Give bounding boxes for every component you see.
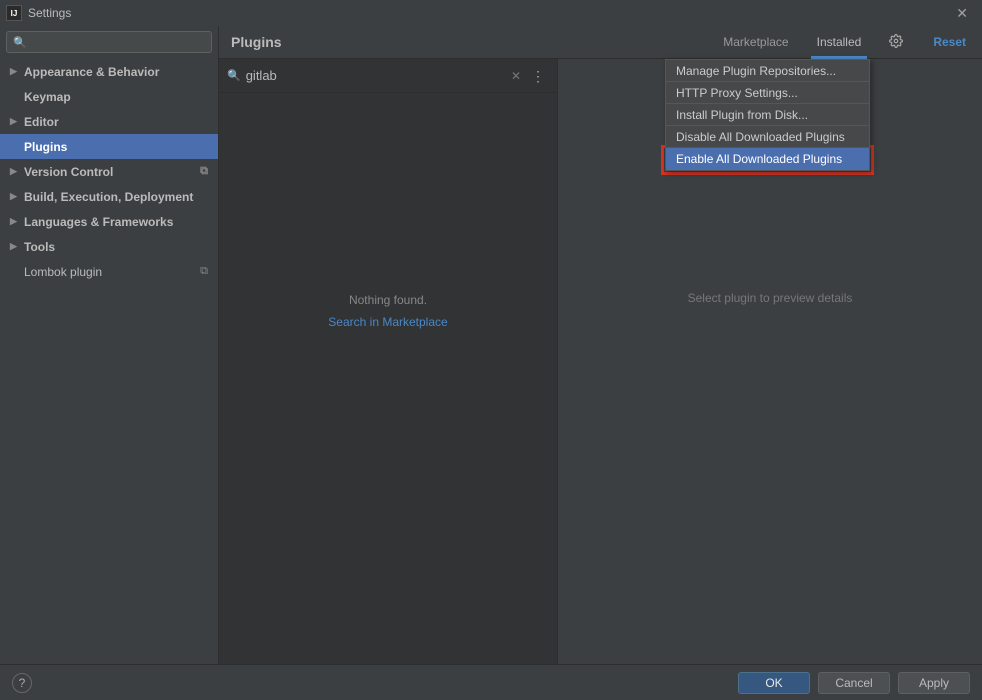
dropdown-item-http-proxy-settings[interactable]: HTTP Proxy Settings... (666, 82, 869, 104)
sidebar-item-label: Editor (24, 115, 59, 129)
gear-dropdown: Manage Plugin Repositories...HTTP Proxy … (665, 59, 870, 171)
app-icon: IJ (6, 5, 22, 21)
dropdown-item-install-plugin-from-disk[interactable]: Install Plugin from Disk... (666, 104, 869, 126)
sidebar-item-label: Appearance & Behavior (24, 65, 159, 79)
dropdown-item-enable-all-downloaded-plugins[interactable]: Enable All Downloaded Plugins (666, 148, 869, 170)
chevron-right-icon: ▶ (10, 116, 20, 127)
dropdown-item-manage-plugin-repositories[interactable]: Manage Plugin Repositories... (666, 60, 869, 82)
sidebar-item-plugins[interactable]: Plugins (0, 134, 218, 159)
apply-button[interactable]: Apply (898, 672, 970, 694)
sidebar-item-label: Build, Execution, Deployment (24, 190, 193, 204)
preview-hint: Select plugin to preview details (688, 291, 853, 305)
footer: ? OK Cancel Apply (0, 664, 982, 700)
search-icon: 🔍 (227, 69, 241, 82)
page-title: Plugins (231, 34, 709, 50)
plugin-search-input[interactable] (246, 68, 505, 83)
title-bar: IJ Settings ✕ (0, 0, 982, 26)
dropdown-item-disable-all-downloaded-plugins[interactable]: Disable All Downloaded Plugins (666, 126, 869, 148)
tabs: Marketplace Installed (709, 26, 875, 58)
tab-marketplace[interactable]: Marketplace (709, 26, 802, 58)
sidebar-item-languages-frameworks[interactable]: ▶ Languages & Frameworks (0, 209, 218, 234)
content-panel: Plugins Marketplace Installed Reset 🔍 ✕ … (219, 26, 982, 664)
chevron-right-icon: ▶ (10, 66, 20, 77)
chevron-right-icon: ▶ (10, 191, 20, 202)
tab-installed[interactable]: Installed (803, 26, 876, 58)
help-icon[interactable]: ? (12, 673, 32, 693)
sidebar-item-label: Languages & Frameworks (24, 215, 173, 229)
search-icon: 🔍 (13, 36, 27, 49)
ok-button[interactable]: OK (738, 672, 810, 694)
sidebar-item-version-control[interactable]: ▶ Version Control ⧉ (0, 159, 218, 184)
sidebar-item-label: Version Control (24, 165, 113, 179)
sidebar-item-label: Lombok plugin (24, 265, 102, 279)
reset-link[interactable]: Reset (917, 35, 982, 49)
sidebar-item-keymap[interactable]: Keymap (0, 84, 218, 109)
chevron-right-icon: ▶ (10, 241, 20, 252)
kebab-icon[interactable]: ⋮ (527, 69, 549, 83)
chevron-right-icon: ▶ (10, 166, 20, 177)
close-icon[interactable]: ✕ (948, 5, 976, 22)
sidebar-item-label: Keymap (24, 90, 71, 104)
content-header: Plugins Marketplace Installed Reset (219, 26, 982, 59)
sidebar-item-build-execution-deployment[interactable]: ▶ Build, Execution, Deployment (0, 184, 218, 209)
scope-badge-icon: ⧉ (200, 265, 208, 278)
gear-icon[interactable] (875, 34, 917, 51)
window-title: Settings (28, 6, 948, 20)
scope-badge-icon: ⧉ (200, 165, 208, 178)
plugin-search: 🔍 ✕ ⋮ (219, 59, 557, 93)
sidebar-item-tools[interactable]: ▶ Tools (0, 234, 218, 259)
sidebar-search[interactable]: 🔍 (6, 31, 212, 53)
cancel-button[interactable]: Cancel (818, 672, 890, 694)
plugin-list-panel: 🔍 ✕ ⋮ Nothing found. Search in Marketpla… (219, 59, 558, 664)
sidebar-search-input[interactable] (30, 35, 205, 49)
settings-tree: ▶ Appearance & Behavior Keymap ▶ Editor Plugi… (0, 57, 218, 284)
nothing-found-label: Nothing found. (219, 293, 557, 307)
clear-icon[interactable]: ✕ (505, 69, 527, 83)
sidebar-item-label: Tools (24, 240, 55, 254)
chevron-right-icon: ▶ (10, 216, 20, 227)
sidebar-item-lombok-plugin[interactable]: Lombok plugin ⧉ (0, 259, 218, 284)
sidebar-item-appearance-behavior[interactable]: ▶ Appearance & Behavior (0, 59, 218, 84)
settings-sidebar: 🔍 ▶ Appearance & Behavior Keymap ▶ Editor Plu… (0, 26, 219, 664)
search-marketplace-link[interactable]: Search in Marketplace (219, 315, 557, 329)
sidebar-item-label: Plugins (24, 140, 67, 154)
sidebar-item-editor[interactable]: ▶ Editor (0, 109, 218, 134)
